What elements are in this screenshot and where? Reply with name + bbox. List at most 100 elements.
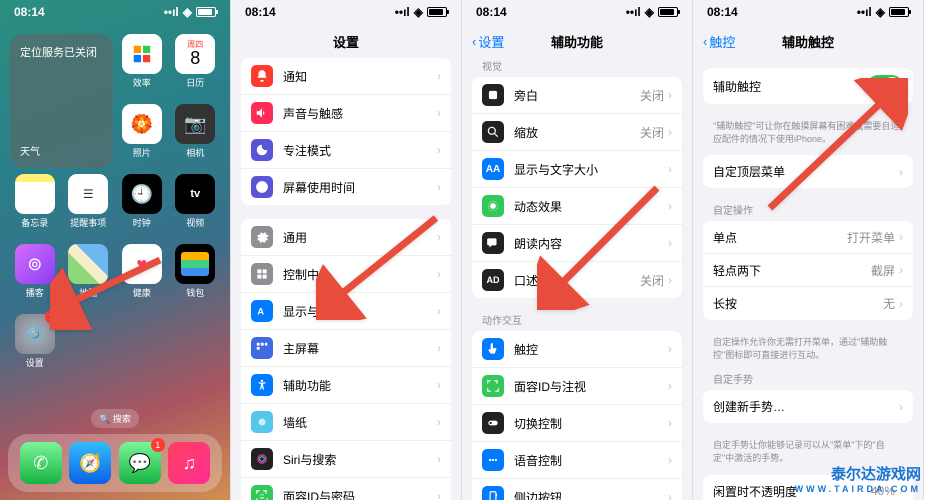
accessibility-icon <box>251 374 273 396</box>
row-long-press[interactable]: 长按无› <box>703 287 913 320</box>
app-wallet[interactable]: 钱包 <box>171 244 221 308</box>
section-gestures: 自定手势 <box>693 371 923 390</box>
settings-root-panel: 08:14 ••ıl◈ 设置 通知› 声音与触感› 专注模式› 屏幕使用时间› … <box>231 0 462 500</box>
status-bar: 08:14 ••ıl◈ <box>462 0 692 24</box>
chevron-right-icon: › <box>668 88 672 102</box>
faceid-att-icon <box>482 375 504 397</box>
chevron-right-icon: › <box>668 273 672 287</box>
app-podcasts[interactable]: ⊚播客 <box>10 244 60 308</box>
home-icon <box>251 337 273 359</box>
row-zoom[interactable]: 缩放关闭› <box>472 114 682 151</box>
row-touch[interactable]: 触控› <box>472 331 682 368</box>
app-clock[interactable]: 🕘时钟 <box>117 174 167 238</box>
app-calendar[interactable]: 周四8日历 <box>171 34 221 98</box>
assistivetouch-toggle[interactable] <box>867 75 903 97</box>
switch-icon <box>482 412 504 434</box>
assistivetouch-scroll[interactable]: 辅助触控 "辅助触控"可让你在触摸屏幕有困难或需要自适应配件的情况下使用iPho… <box>693 58 923 500</box>
row-accessibility[interactable]: 辅助功能› <box>241 367 451 404</box>
weather-label: 天气 <box>20 143 103 158</box>
display-icon: A <box>251 300 273 322</box>
row-switch-control[interactable]: 切换控制› <box>472 405 682 442</box>
back-button[interactable]: ‹触控 <box>703 32 735 51</box>
signal-icon: ••ıl <box>857 5 872 19</box>
status-bar: 08:14 ••ıl◈ <box>693 0 923 24</box>
sounds-icon <box>251 102 273 124</box>
dock-phone[interactable]: ✆ <box>20 442 62 484</box>
textsize-icon: AA <box>482 158 504 180</box>
app-photos[interactable]: 🏵️照片 <box>117 104 167 168</box>
row-display[interactable]: A显示与亮度› <box>241 293 451 330</box>
row-voice-control[interactable]: 语音控制› <box>472 442 682 479</box>
chevron-right-icon: › <box>437 378 441 392</box>
voice-icon <box>482 449 504 471</box>
row-text-size[interactable]: AA显示与文字大小› <box>472 151 682 188</box>
app-notes[interactable]: 备忘录 <box>10 174 60 238</box>
dock-safari[interactable]: 🧭 <box>69 442 111 484</box>
weather-widget[interactable]: 定位服务已关闭 天气 <box>10 34 113 168</box>
app-reminders[interactable]: ☰提醒事项 <box>64 174 114 238</box>
menu-group: 自定顶层菜单› <box>703 155 913 188</box>
chevron-right-icon: › <box>437 489 441 500</box>
row-siri[interactable]: Siri与搜索› <box>241 441 451 478</box>
row-faceid[interactable]: 面容ID与密码› <box>241 478 451 500</box>
audiodesc-icon: AD <box>482 269 504 291</box>
chevron-right-icon: › <box>668 416 672 430</box>
row-notifications[interactable]: 通知› <box>241 58 451 95</box>
row-screentime[interactable]: 屏幕使用时间› <box>241 169 451 205</box>
row-spoken[interactable]: 朗读内容› <box>472 225 682 262</box>
row-voiceover[interactable]: 旁白关闭› <box>472 77 682 114</box>
app-efficiency[interactable]: 效率 <box>117 34 167 98</box>
dock-music[interactable]: ♫ <box>168 442 210 484</box>
row-side-button[interactable]: 侧边按钮› <box>472 479 682 500</box>
chevron-right-icon: › <box>668 342 672 356</box>
chevron-right-icon: › <box>437 341 441 355</box>
vision-group: 旁白关闭› 缩放关闭› AA显示与文字大小› 动态效果› 朗读内容› AD口述影… <box>472 77 682 298</box>
app-camera[interactable]: 📷相机 <box>171 104 221 168</box>
chevron-right-icon: › <box>437 143 441 157</box>
nav-bar: 设置 <box>231 24 461 58</box>
row-focus[interactable]: 专注模式› <box>241 132 451 169</box>
battery-icon <box>196 7 216 17</box>
status-icons: ••ıl◈ <box>395 5 447 19</box>
accessibility-scroll[interactable]: 视觉 旁白关闭› 缩放关闭› AA显示与文字大小› 动态效果› 朗读内容› AD… <box>462 58 692 500</box>
row-assistivetouch-toggle[interactable]: 辅助触控 <box>703 68 913 104</box>
chevron-right-icon: › <box>899 165 903 179</box>
row-home-screen[interactable]: 主屏幕› <box>241 330 451 367</box>
row-single-tap[interactable]: 单点打开菜单› <box>703 221 913 254</box>
row-general[interactable]: 通用› <box>241 219 451 256</box>
row-new-gesture[interactable]: 创建新手势…› <box>703 390 913 423</box>
app-maps[interactable]: 地图 <box>64 244 114 308</box>
motion-icon <box>482 195 504 217</box>
row-sounds[interactable]: 声音与触感› <box>241 95 451 132</box>
chevron-right-icon: › <box>668 453 672 467</box>
status-time: 08:14 <box>245 5 276 19</box>
row-motion[interactable]: 动态效果› <box>472 188 682 225</box>
row-top-menu[interactable]: 自定顶层菜单› <box>703 155 913 188</box>
physical-group: 触控› 面容ID与注视› 切换控制› 语音控制› 侧边按钮› 控制附近的设备› … <box>472 331 682 500</box>
search-pill[interactable]: 🔍 搜索 <box>91 409 139 428</box>
section-vision: 视觉 <box>462 58 692 77</box>
settings-group-2: 通用› 控制中心› A显示与亮度› 主屏幕› 辅助功能› 墙纸› Siri与搜索… <box>241 219 451 500</box>
row-faceid-attention[interactable]: 面容ID与注视› <box>472 368 682 405</box>
row-control-center[interactable]: 控制中心› <box>241 256 451 293</box>
svg-text:A: A <box>257 307 264 317</box>
settings-scroll[interactable]: 通知› 声音与触感› 专注模式› 屏幕使用时间› 通用› 控制中心› A显示与亮… <box>231 58 461 500</box>
status-icons: ••ıl ◈ <box>164 5 216 19</box>
app-health[interactable]: ♥健康 <box>117 244 167 308</box>
section-actions: 自定操作 <box>693 202 923 221</box>
row-audiodesc[interactable]: AD口述影像关闭› <box>472 262 682 298</box>
zoom-icon <box>482 121 504 143</box>
row-double-tap[interactable]: 轻点两下截屏› <box>703 254 913 287</box>
chevron-right-icon: › <box>668 162 672 176</box>
wifi-icon: ◈ <box>183 5 192 19</box>
main-toggle-group: 辅助触控 <box>703 68 913 104</box>
back-button[interactable]: ‹设置 <box>472 32 504 51</box>
dock: ✆ 🧭 💬1 ♫ <box>8 434 222 492</box>
app-tv[interactable]: tv视频 <box>171 174 221 238</box>
row-wallpaper[interactable]: 墙纸› <box>241 404 451 441</box>
battery-icon <box>889 7 909 17</box>
dock-messages[interactable]: 💬1 <box>119 442 161 484</box>
wifi-icon: ◈ <box>876 5 885 19</box>
app-settings[interactable]: ⚙️2设置 <box>10 314 60 378</box>
settings-badge: 2 <box>45 310 59 324</box>
